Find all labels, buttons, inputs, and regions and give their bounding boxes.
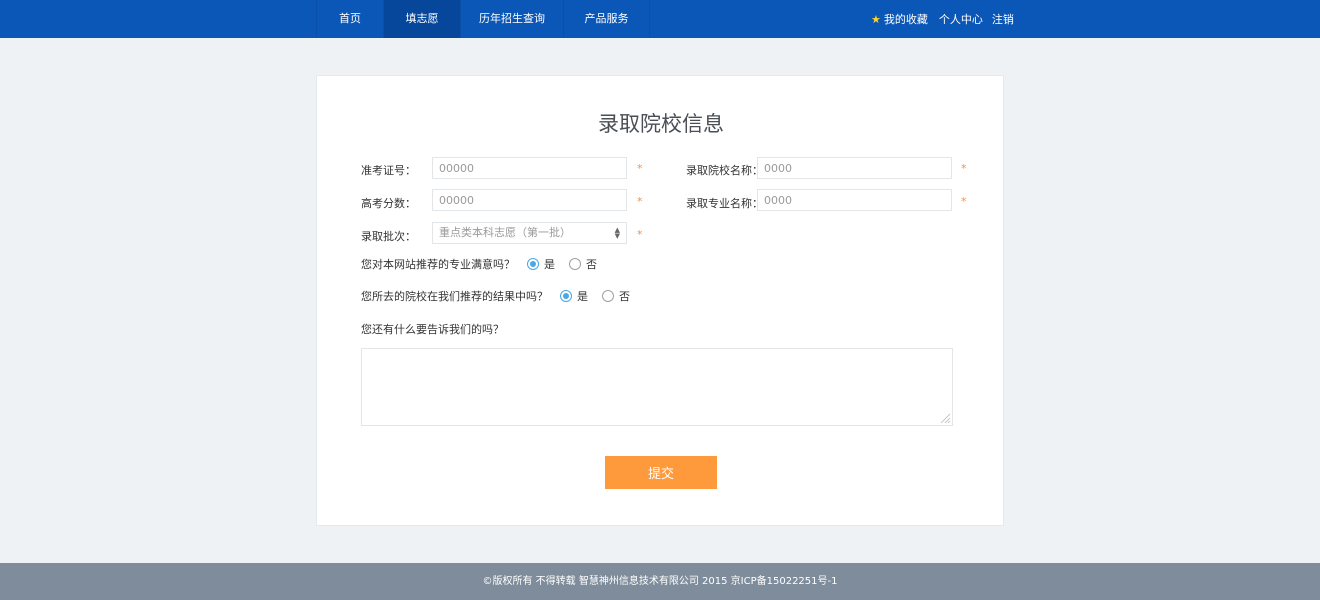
recommendation-yes-label: 是: [577, 290, 588, 303]
star-icon: ★: [871, 12, 881, 26]
top-navbar: 首页 填志愿 历年招生查询 产品服务 ★ 我的收藏 个人中心 注销: [0, 0, 1320, 38]
profile-link[interactable]: 个人中心: [939, 11, 983, 27]
score-label: 高考分数：: [361, 197, 416, 210]
required-mark: *: [637, 162, 643, 175]
exam-id-label: 准考证号：: [361, 164, 416, 177]
footer-copyright: ©版权所有 不得转载 智慧神州信息技术有限公司 2015 京ICP备150222…: [482, 576, 838, 587]
logout-link[interactable]: 注销: [992, 11, 1014, 27]
batch-selected-value: 重点类本科志愿（第一批）: [439, 226, 571, 239]
user-links: ★ 我的收藏 个人中心 注销: [871, 0, 1014, 38]
required-mark: *: [961, 162, 967, 175]
favorites-link[interactable]: 我的收藏: [884, 11, 928, 27]
satisfaction-yes-radio[interactable]: [527, 258, 539, 270]
batch-label: 录取批次：: [361, 230, 416, 243]
page-title: 录取院校信息: [598, 112, 724, 136]
satisfaction-no-label: 否: [586, 258, 597, 271]
admission-form-card: 录取院校信息 准考证号： * 录取院校名称： * 高考分数： * 录取专业名称：…: [316, 75, 1004, 526]
submit-button[interactable]: 提交: [605, 456, 717, 489]
nav-item-home[interactable]: 首页: [317, 0, 384, 38]
required-mark: *: [961, 195, 967, 208]
major-name-label: 录取专业名称：: [686, 197, 763, 210]
nav-item-products[interactable]: 产品服务: [564, 0, 650, 38]
batch-select[interactable]: 重点类本科志愿（第一批） ▲ ▼: [432, 222, 627, 244]
satisfaction-question: 您对本网站推荐的专业满意吗？ 是 否: [361, 256, 611, 272]
recommendation-no-label: 否: [619, 290, 630, 303]
exam-id-input[interactable]: [432, 157, 627, 179]
footer: ©版权所有 不得转载 智慧神州信息技术有限公司 2015 京ICP备150222…: [0, 563, 1320, 600]
recommendation-no-radio[interactable]: [602, 290, 614, 302]
major-name-input[interactable]: [757, 189, 952, 211]
school-name-input[interactable]: [757, 157, 952, 179]
recommendation-question-label: 您所去的院校在我们推荐的结果中吗？: [361, 290, 548, 303]
required-mark: *: [637, 228, 643, 241]
school-name-label: 录取院校名称：: [686, 164, 763, 177]
main-nav: 首页 填志愿 历年招生查询 产品服务: [316, 0, 650, 38]
recommendation-yes-radio[interactable]: [560, 290, 572, 302]
score-input[interactable]: [432, 189, 627, 211]
select-arrows-icon: ▲ ▼: [614, 226, 620, 240]
required-mark: *: [637, 195, 643, 208]
satisfaction-no-radio[interactable]: [569, 258, 581, 270]
feedback-textarea[interactable]: [361, 348, 953, 426]
feedback-label: 您还有什么要告诉我们的吗？: [361, 323, 504, 336]
nav-item-admission-history[interactable]: 历年招生查询: [461, 0, 564, 38]
recommendation-question: 您所去的院校在我们推荐的结果中吗？ 是 否: [361, 288, 644, 304]
nav-item-fill-application[interactable]: 填志愿: [384, 0, 461, 38]
resize-grip-icon[interactable]: [939, 412, 951, 424]
satisfaction-yes-label: 是: [544, 258, 555, 271]
satisfaction-question-label: 您对本网站推荐的专业满意吗？: [361, 258, 515, 271]
